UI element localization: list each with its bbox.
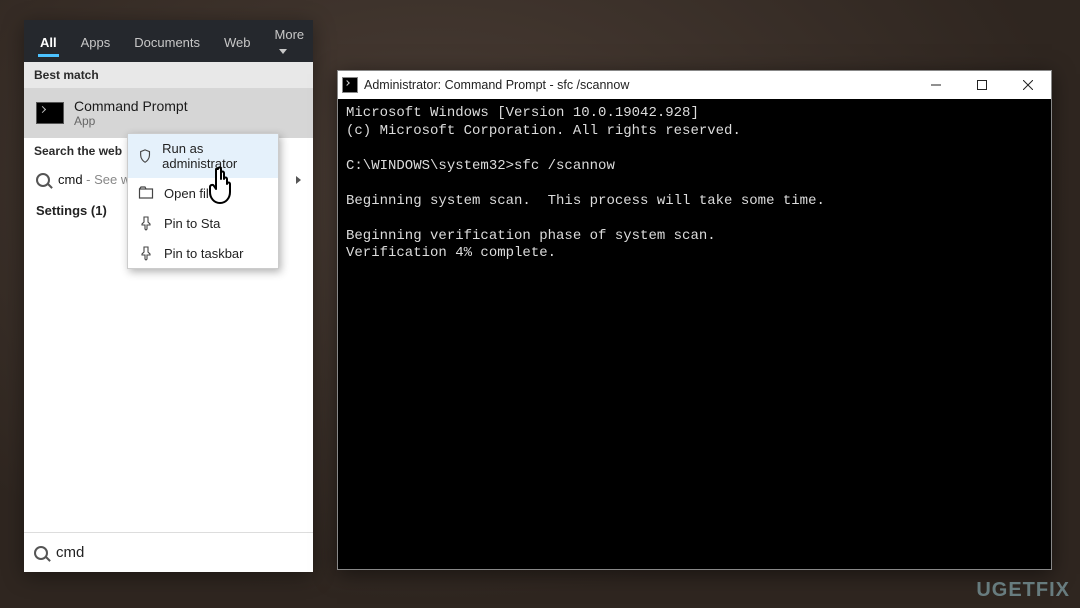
ctx-open-file-location[interactable]: Open file bbox=[128, 178, 278, 208]
search-icon bbox=[34, 546, 48, 560]
close-button[interactable] bbox=[1005, 71, 1051, 99]
shield-icon bbox=[138, 148, 152, 164]
windows-search-panel: All Apps Documents Web More Best match C… bbox=[24, 20, 313, 572]
search-icon bbox=[36, 173, 50, 187]
console-output: Microsoft Windows [Version 10.0.19042.92… bbox=[338, 99, 1051, 269]
maximize-button[interactable] bbox=[959, 71, 1005, 99]
ctx-run-as-admin[interactable]: Run as administrator bbox=[128, 134, 278, 178]
ctx-pin-to-start[interactable]: Pin to Sta bbox=[128, 208, 278, 238]
command-prompt-window: Administrator: Command Prompt - sfc /sca… bbox=[337, 70, 1052, 570]
ctx-pin-to-taskbar[interactable]: Pin to taskbar bbox=[128, 238, 278, 268]
search-tabs: All Apps Documents Web More bbox=[24, 20, 313, 62]
pin-icon bbox=[138, 245, 154, 261]
best-match-result[interactable]: Command Prompt App bbox=[24, 88, 313, 138]
tab-more[interactable]: More bbox=[263, 16, 317, 66]
command-prompt-icon bbox=[342, 77, 358, 93]
watermark: UGETFIX bbox=[976, 579, 1070, 602]
search-box bbox=[24, 532, 313, 572]
title-bar[interactable]: Administrator: Command Prompt - sfc /sca… bbox=[338, 71, 1051, 99]
context-menu: Run as administrator Open file Pin to St… bbox=[127, 133, 279, 269]
tab-all[interactable]: All bbox=[28, 24, 69, 59]
chevron-down-icon bbox=[279, 49, 287, 54]
command-prompt-icon bbox=[36, 102, 64, 124]
pin-icon bbox=[138, 215, 154, 231]
folder-icon bbox=[138, 185, 154, 201]
result-subtitle: App bbox=[74, 114, 188, 128]
chevron-right-icon bbox=[296, 176, 301, 184]
result-title: Command Prompt bbox=[74, 98, 188, 114]
tab-web[interactable]: Web bbox=[212, 24, 263, 59]
window-title: Administrator: Command Prompt - sfc /sca… bbox=[364, 78, 913, 92]
tab-apps[interactable]: Apps bbox=[69, 24, 123, 59]
search-input[interactable] bbox=[56, 544, 303, 561]
tab-documents[interactable]: Documents bbox=[122, 24, 212, 59]
minimize-button[interactable] bbox=[913, 71, 959, 99]
